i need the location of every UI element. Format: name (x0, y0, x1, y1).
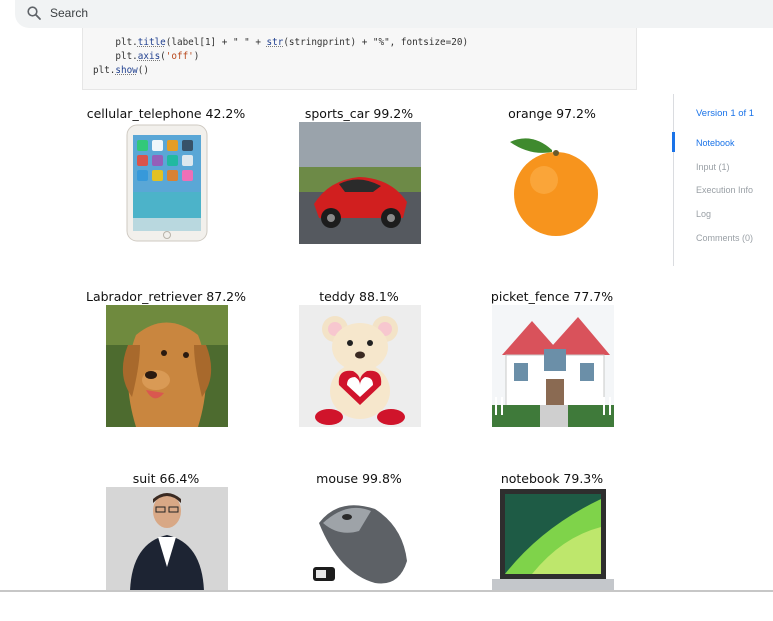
person-image (106, 487, 228, 591)
house-image (492, 305, 614, 427)
prediction-label: suit 66.4% (132, 471, 200, 486)
code-line-3: plt.show() (93, 65, 149, 76)
search-input[interactable]: Search (50, 6, 88, 20)
prediction-label: teddy 88.1% (319, 289, 399, 304)
version-label[interactable]: Version 1 of 1 (696, 108, 754, 119)
nav-item-log[interactable]: Log (696, 209, 711, 219)
teddy-image (299, 305, 421, 427)
prediction-cell: mouse 99.8% (259, 471, 459, 621)
prediction-cell: Labrador_retriever 87.2% (66, 289, 266, 439)
prediction-label: orange 97.2% (508, 106, 596, 121)
mouse-image (299, 487, 421, 591)
prediction-label: picket_fence 77.7% (490, 289, 614, 304)
prediction-label: notebook 79.3% (500, 471, 604, 486)
prediction-cell: picket_fence 77.7% (452, 289, 652, 439)
prediction-label: Labrador_retriever 87.2% (86, 289, 246, 304)
car-image (299, 122, 421, 244)
code-line-2: plt.axis('off') (115, 51, 200, 62)
prediction-label: mouse 99.8% (316, 471, 402, 486)
search-bar[interactable]: Search (15, 0, 773, 28)
prediction-label: cellular_telephone 42.2% (86, 106, 246, 121)
nav-item-input[interactable]: Input (1) (696, 162, 730, 172)
right-nav: Version 1 of 1 Notebook Input (1) Execut… (672, 94, 773, 266)
dog-image (106, 305, 228, 427)
search-icon (27, 6, 41, 20)
prediction-label: sports_car 99.2% (304, 106, 414, 121)
nav-item-comments[interactable]: Comments (0) (696, 233, 753, 243)
code-cell[interactable]: plt.title(label[1] + " " + str(stringpri… (82, 28, 637, 90)
prediction-cell: teddy 88.1% (259, 289, 459, 439)
prediction-cell: suit 66.4% (66, 471, 266, 621)
code-line-1: plt.title(label[1] + " " + str(stringpri… (115, 37, 469, 48)
prediction-cell: cellular_telephone 42.2% (66, 106, 266, 256)
phone-image (106, 122, 228, 244)
active-indicator (672, 132, 675, 152)
nav-item-execution-info[interactable]: Execution Info (696, 185, 753, 195)
nav-item-notebook[interactable]: Notebook (696, 138, 735, 148)
prediction-cell: notebook 79.3% (452, 471, 652, 621)
prediction-cell: sports_car 99.2% (259, 106, 459, 256)
prediction-cell: orange 97.2% (452, 106, 652, 256)
orange-image (492, 122, 614, 244)
laptop-image (492, 487, 614, 591)
